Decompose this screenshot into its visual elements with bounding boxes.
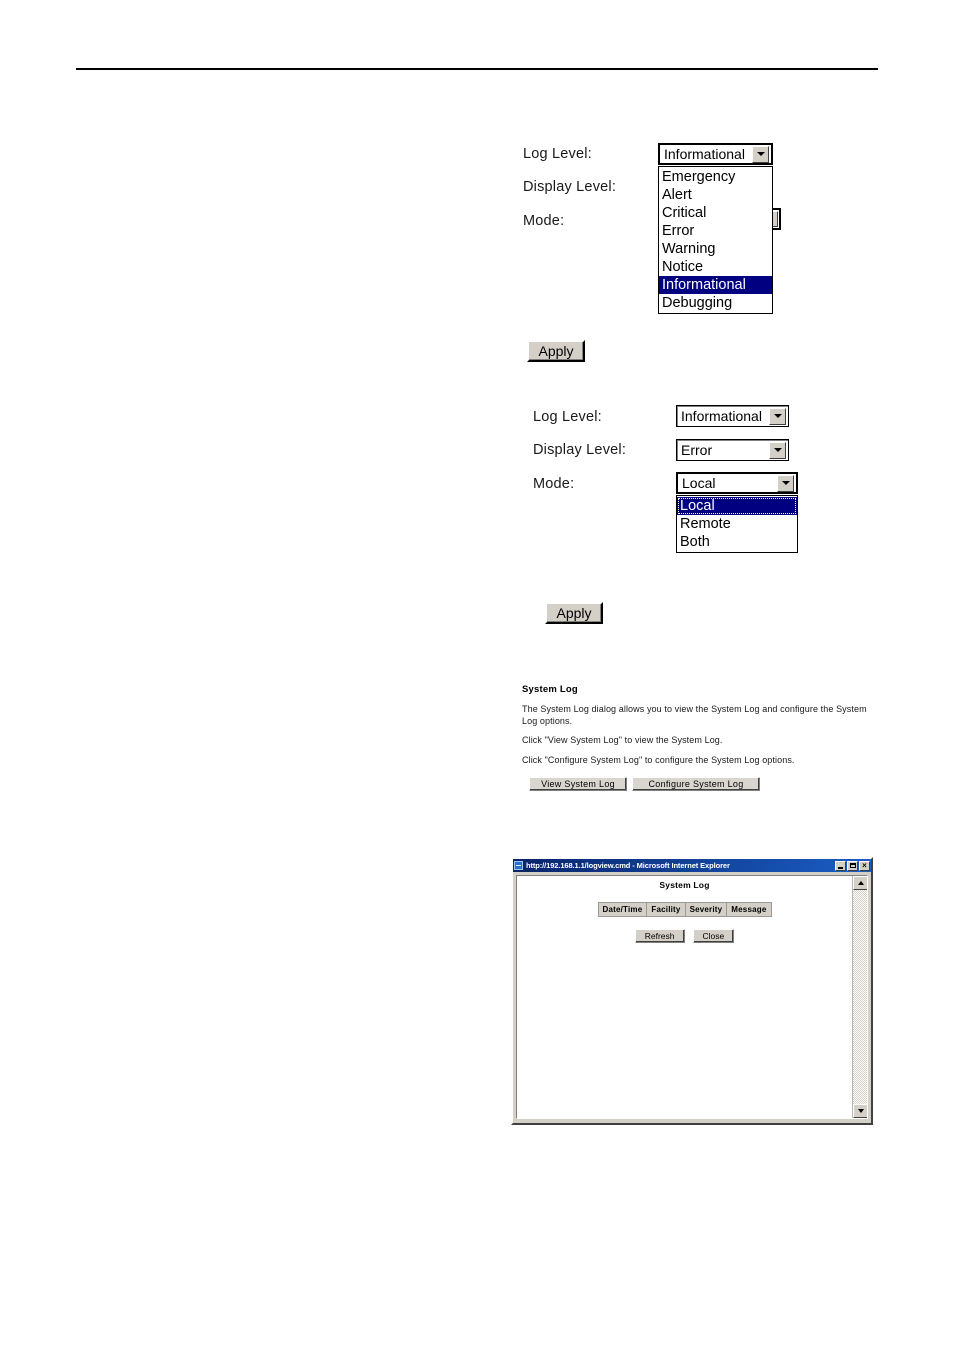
vertical-scrollbar[interactable] xyxy=(852,876,867,1118)
scroll-up-icon[interactable] xyxy=(853,876,867,890)
display-level-select-2[interactable]: Error xyxy=(676,439,789,461)
maximize-button[interactable] xyxy=(847,860,858,871)
help-paragraph: Click "View System Log" to view the Syst… xyxy=(522,735,723,745)
view-system-log-button-label: View System Log xyxy=(541,779,615,789)
apply-button-2[interactable]: Apply xyxy=(545,602,603,624)
system-log-table: Date/Time Facility Severity Message xyxy=(597,902,772,917)
display-level-label-1: Display Level: xyxy=(523,179,617,195)
apply-button-1[interactable]: Apply xyxy=(527,340,585,362)
mode-label-1: Mode: xyxy=(523,213,565,229)
list-item-selected[interactable]: Informational xyxy=(659,276,772,294)
log-level-select-2[interactable]: Informational xyxy=(676,405,789,427)
display-level-select-2-value: Error xyxy=(681,442,713,458)
view-system-log-button[interactable]: View System Log xyxy=(529,777,627,791)
display-level-label-2: Display Level: xyxy=(533,442,627,458)
scroll-down-icon[interactable] xyxy=(853,1104,867,1118)
browser-close-button[interactable]: Close xyxy=(692,929,735,943)
chevron-down-icon[interactable] xyxy=(777,474,794,492)
mode-select-2-value: Local xyxy=(682,475,716,491)
window-controls: × xyxy=(835,860,870,871)
log-level-select-1-value: Informational xyxy=(664,146,745,162)
list-item[interactable]: Alert xyxy=(659,186,772,204)
configure-system-log-button-label: Configure System Log xyxy=(648,779,744,789)
refresh-button[interactable]: Refresh xyxy=(634,929,685,943)
system-log-help-panel: System Log The System Log dialog allows … xyxy=(522,684,872,774)
apply-button-2-label: Apply xyxy=(556,605,592,621)
help-paragraph: Click "Configure System Log" to configur… xyxy=(522,754,795,765)
list-item[interactable]: Emergency xyxy=(659,168,772,186)
help-panel-title: System Log xyxy=(522,684,578,695)
browser-client-area: System Log Date/Time Facility Severity M… xyxy=(516,875,868,1119)
list-item[interactable]: Remote xyxy=(677,515,797,533)
column-header-message: Message xyxy=(726,902,772,917)
chevron-down-icon[interactable] xyxy=(769,407,786,425)
log-level-select-1[interactable]: Informational xyxy=(658,143,773,165)
log-level-select-2-value: Informational xyxy=(681,408,762,424)
list-item[interactable]: Critical xyxy=(659,204,772,222)
minimize-button[interactable] xyxy=(835,860,846,871)
close-icon[interactable]: × xyxy=(859,860,870,871)
log-level-label-2: Log Level: xyxy=(533,409,602,425)
list-item[interactable]: Error xyxy=(659,222,772,240)
log-level-label-1: Log Level: xyxy=(523,146,592,162)
mode-option-list-2[interactable]: Local Remote Both xyxy=(676,495,798,553)
browser-document-title: System Log xyxy=(659,880,710,890)
browser-title-text: http://192.168.1.1/logview.cmd - Microso… xyxy=(526,861,730,870)
column-header-date-time: Date/Time xyxy=(597,902,648,917)
list-item[interactable]: Debugging xyxy=(659,294,772,312)
apply-button-1-label: Apply xyxy=(538,343,574,359)
system-log-browser-window: http://192.168.1.1/logview.cmd - Microso… xyxy=(511,857,873,1125)
close-button-label: × xyxy=(862,860,867,870)
internet-explorer-icon xyxy=(514,861,523,870)
table-header-row: Date/Time Facility Severity Message xyxy=(597,902,772,917)
chevron-down-icon[interactable] xyxy=(769,441,786,459)
browser-page-content: System Log Date/Time Facility Severity M… xyxy=(517,876,852,1118)
mode-select-2[interactable]: Local xyxy=(676,472,798,494)
list-item-selected[interactable]: Local xyxy=(677,497,797,515)
help-paragraph: The System Log dialog allows you to view… xyxy=(522,704,867,726)
list-item[interactable]: Notice xyxy=(659,258,772,276)
list-item[interactable]: Warning xyxy=(659,240,772,258)
chevron-down-icon[interactable] xyxy=(752,145,769,163)
column-header-severity: Severity xyxy=(684,902,728,917)
configure-system-log-button[interactable]: Configure System Log xyxy=(632,777,760,791)
page-header-rule xyxy=(76,68,878,70)
column-header-facility: Facility xyxy=(646,902,686,917)
browser-button-row: Refresh Close xyxy=(517,929,852,943)
browser-title-bar[interactable]: http://192.168.1.1/logview.cmd - Microso… xyxy=(513,859,871,872)
list-item[interactable]: Both xyxy=(677,533,797,551)
mode-label-2: Mode: xyxy=(533,476,575,492)
log-level-option-list-1[interactable]: Emergency Alert Critical Error Warning N… xyxy=(658,166,773,314)
